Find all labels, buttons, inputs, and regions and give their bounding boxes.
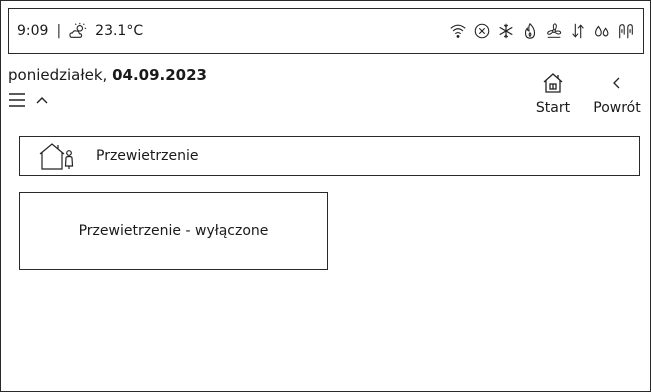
home-icon [542,70,564,96]
snowflake-icon [497,22,515,40]
wifi-icon [449,22,467,40]
exchange-arrows-icon [569,22,587,40]
breadcrumb: Przewietrzenie [19,136,640,176]
start-label: Start [535,100,571,116]
status-icons [449,22,635,40]
day-name: poniedziałek, [8,66,108,84]
drops-icon [593,22,611,40]
flame-icon [521,22,539,40]
breadcrumb-label: Przewietrzenie [96,148,199,164]
back-label: Powrót [593,100,641,116]
chevron-up-icon[interactable] [34,94,50,106]
clock: 9:09 [17,23,49,39]
current-date: 04.09.2023 [112,66,207,84]
menu-row [8,92,50,108]
chevron-left-icon [611,70,623,96]
ventilation-status-tile[interactable]: Przewietrzenie - wyłączone [19,192,328,270]
house-person-icon [38,141,80,171]
status-separator: | [56,23,62,39]
tile-label: Przewietrzenie - wyłączone [78,223,269,239]
start-button[interactable]: Start [533,70,573,116]
status-bar: 9:09 | 23.1°C [8,8,644,54]
pump-icon [617,22,635,40]
partly-sunny-icon [69,22,87,40]
hamburger-icon[interactable] [8,92,26,108]
status-left: 9:09 | 23.1°C [17,22,143,40]
back-button[interactable]: Powrót [588,70,646,116]
x-circle-icon [473,22,491,40]
date-line: poniedziałek, 04.09.2023 [8,66,207,84]
outdoor-temperature: 23.1°C [95,23,144,39]
fan-icon [545,22,563,40]
